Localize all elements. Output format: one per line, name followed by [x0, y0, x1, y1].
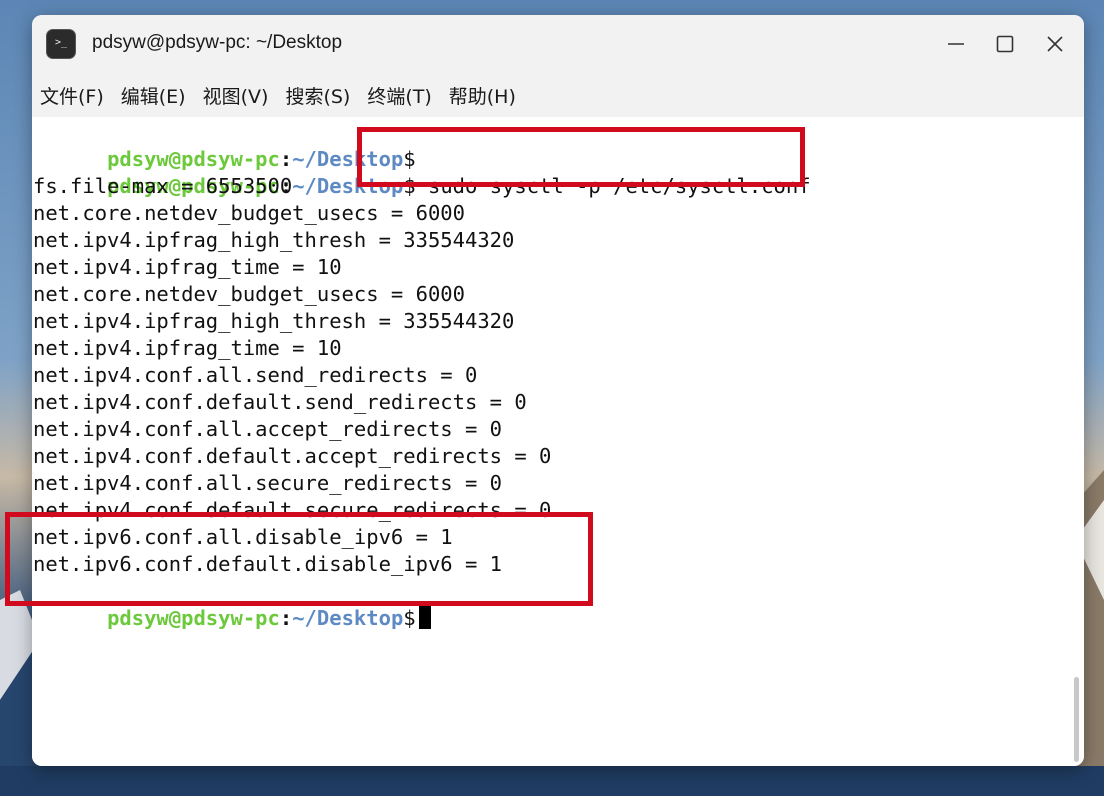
- menu-view[interactable]: 视图(V): [195, 82, 277, 109]
- terminal-app-icon: >_: [46, 29, 76, 59]
- prompt-path: ~/Desktop: [292, 606, 404, 630]
- text-cursor: [418, 606, 431, 629]
- output-line: net.ipv4.ipfrag_high_thresh = 335544320: [33, 309, 515, 333]
- minimize-icon: [948, 43, 964, 45]
- prompt-line: pdsyw@pdsyw-pc:~/Desktop$: [33, 119, 416, 171]
- minimize-button[interactable]: [936, 29, 976, 59]
- command-line: pdsyw@pdsyw-pc:~/Desktop$ sudo sysctl -p…: [33, 146, 811, 198]
- title-bar[interactable]: >_ pdsyw@pdsyw-pc: ~/Desktop: [32, 15, 1084, 73]
- close-button[interactable]: [1035, 29, 1075, 59]
- menu-terminal[interactable]: 终端(T): [359, 82, 439, 109]
- output-line: net.ipv6.conf.default.disable_ipv6 = 1: [33, 552, 502, 576]
- menu-file[interactable]: 文件(F): [32, 82, 112, 109]
- terminal-window: >_ pdsyw@pdsyw-pc: ~/Desktop 文件(F) 编辑(E)…: [32, 15, 1084, 766]
- window-title: pdsyw@pdsyw-pc: ~/Desktop: [92, 32, 343, 53]
- output-line: net.core.netdev_budget_usecs = 6000: [33, 282, 465, 306]
- output-line: net.ipv4.conf.default.secure_redirects =…: [33, 498, 552, 522]
- maximize-button[interactable]: [985, 29, 1025, 59]
- prompt-line: pdsyw@pdsyw-pc:~/Desktop$: [33, 578, 431, 630]
- close-icon: [1047, 36, 1063, 52]
- prompt-colon: :: [279, 606, 293, 630]
- output-line: fs.file-max = 6553500: [33, 174, 293, 198]
- command-text: sudo sysctl -p /etc/sysctl.conf: [415, 174, 811, 198]
- output-line: net.ipv4.conf.all.accept_redirects = 0: [33, 417, 502, 441]
- output-line: net.ipv6.conf.all.disable_ipv6 = 1: [33, 525, 453, 549]
- output-line: net.ipv4.conf.default.send_redirects = 0: [33, 390, 527, 414]
- output-line: net.core.netdev_budget_usecs = 6000: [33, 201, 465, 225]
- menu-search[interactable]: 搜索(S): [277, 82, 358, 109]
- prompt-dollar: $: [403, 606, 416, 630]
- prompt-path: ~/Desktop: [292, 174, 404, 198]
- output-line: net.ipv4.conf.default.accept_redirects =…: [33, 444, 552, 468]
- terminal-output-area[interactable]: pdsyw@pdsyw-pc:~/Desktop$ pdsyw@pdsyw-pc…: [32, 117, 1084, 766]
- prompt-user: pdsyw@pdsyw-pc: [107, 606, 280, 630]
- menu-help[interactable]: 帮助(H): [441, 82, 524, 109]
- output-line: net.ipv4.ipfrag_time = 10: [33, 336, 342, 360]
- menu-edit[interactable]: 编辑(E): [113, 82, 194, 109]
- prompt-dollar: $: [403, 174, 416, 198]
- maximize-icon: [996, 35, 1014, 53]
- output-line: net.ipv4.ipfrag_high_thresh = 335544320: [33, 228, 515, 252]
- output-line: net.ipv4.ipfrag_time = 10: [33, 255, 342, 279]
- output-line: net.ipv4.conf.all.secure_redirects = 0: [33, 471, 502, 495]
- scrollbar-thumb[interactable]: [1074, 677, 1079, 762]
- output-line: net.ipv4.conf.all.send_redirects = 0: [33, 363, 478, 387]
- menu-bar: 文件(F) 编辑(E) 视图(V) 搜索(S) 终端(T) 帮助(H): [32, 73, 1084, 117]
